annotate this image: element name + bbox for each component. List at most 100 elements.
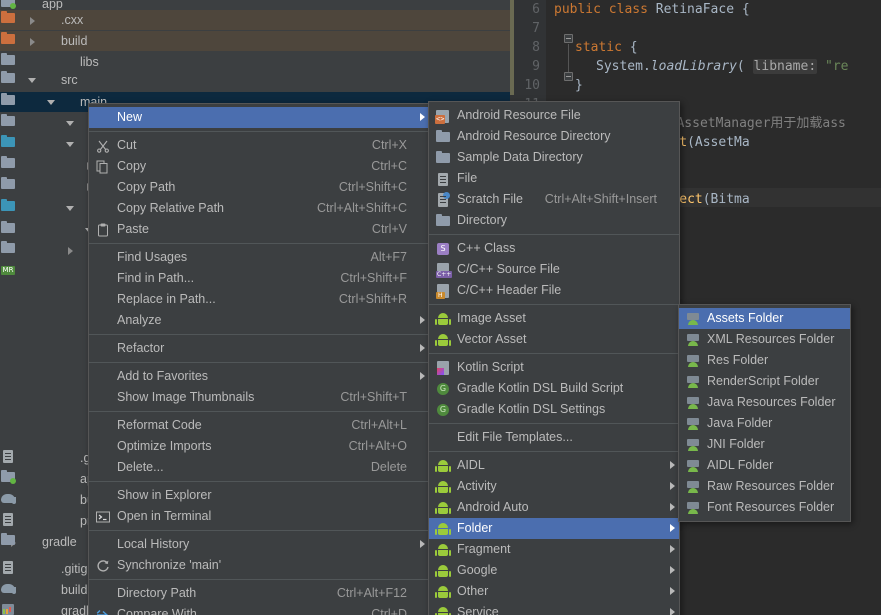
menu-item[interactable]: Optimize Imports Ctrl+Alt+O — [89, 436, 429, 457]
submenu-arrow-icon — [415, 338, 427, 359]
menu-item-label: Directory Path — [117, 586, 197, 600]
menu-item[interactable]: S C++ Class — [429, 238, 679, 259]
menu-item[interactable]: Cut Ctrl+X — [89, 135, 429, 156]
menu-item-label: Folder — [457, 521, 493, 535]
menu-item[interactable]: Paste Ctrl+V — [89, 219, 429, 240]
file-context-menu[interactable]: New Cut Ctrl+X Copy Ctrl+C Copy Path Ctrl+Shif… — [88, 103, 430, 615]
menu-separator — [89, 243, 429, 244]
paste-icon — [95, 222, 111, 238]
menu-item[interactable]: Sample Data Directory — [429, 147, 679, 168]
menu-item-shortcut: Ctrl+Alt+Shift+Insert — [544, 192, 657, 206]
code-line: } — [575, 78, 583, 93]
menu-item[interactable]: G Gradle Kotlin DSL Build Script — [429, 378, 679, 399]
menu-item[interactable]: Android Resource Directory — [429, 126, 679, 147]
collapse-arrow-icon[interactable] — [46, 97, 57, 108]
submenu-arrow-icon — [415, 107, 427, 128]
folder-submenu[interactable]: Assets Folder XML Resources Folder Res Fol… — [678, 304, 851, 522]
menu-item[interactable]: Fragment — [429, 539, 679, 560]
menu-item[interactable]: Scratch File Ctrl+Alt+Shift+Insert — [429, 189, 679, 210]
menu-item[interactable]: File — [429, 168, 679, 189]
menu-item[interactable]: RenderScript Folder — [679, 371, 850, 392]
file-icon — [435, 171, 451, 187]
expand-arrow-icon[interactable] — [27, 15, 38, 26]
tree-item[interactable]: libs — [0, 52, 510, 72]
tree-item-label: libs — [80, 55, 99, 69]
menu-item[interactable]: Add to Favorites — [89, 366, 429, 387]
menu-item[interactable]: Android Auto — [429, 497, 679, 518]
menu-item[interactable]: Show in Explorer — [89, 485, 429, 506]
menu-item-label: JNI Folder — [707, 437, 765, 451]
menu-item[interactable]: Font Resources Folder — [679, 497, 850, 518]
menu-item-label: Java Resources Folder — [707, 395, 836, 409]
menu-item[interactable]: Folder — [429, 518, 679, 539]
collapse-arrow-icon[interactable] — [65, 139, 76, 150]
menu-item[interactable]: Vector Asset — [429, 329, 679, 350]
menu-item[interactable]: Java Folder — [679, 413, 850, 434]
submenu-arrow-icon — [665, 539, 677, 560]
tree-item[interactable]: src — [0, 70, 510, 90]
menu-item[interactable]: Java Resources Folder — [679, 392, 850, 413]
android-icon — [435, 311, 451, 327]
android-resource-file-icon — [435, 108, 451, 124]
menu-item[interactable]: Activity — [429, 476, 679, 497]
menu-item[interactable]: Open in Terminal — [89, 506, 429, 527]
menu-item[interactable]: Delete... Delete — [89, 457, 429, 478]
menu-item[interactable]: New — [89, 107, 429, 128]
menu-item[interactable]: AIDL — [429, 455, 679, 476]
submenu-arrow-icon — [665, 581, 677, 602]
menu-item[interactable]: G Gradle Kotlin DSL Settings — [429, 399, 679, 420]
collapse-arrow-icon[interactable] — [65, 118, 76, 129]
menu-item[interactable]: Other — [429, 581, 679, 602]
menu-item[interactable]: Synchronize 'main' — [89, 555, 429, 576]
expand-arrow-icon[interactable] — [65, 245, 76, 256]
menu-item[interactable]: AIDL Folder — [679, 455, 850, 476]
no-icon — [95, 271, 111, 287]
menu-item[interactable]: Local History — [89, 534, 429, 555]
tree-item[interactable]: build — [0, 31, 510, 51]
menu-item[interactable]: Analyze — [89, 310, 429, 331]
menu-item-label: Sample Data Directory — [457, 150, 583, 164]
menu-item-shortcut: Ctrl+Alt+F12 — [336, 586, 407, 600]
menu-item[interactable]: Compare With... Ctrl+D — [89, 604, 429, 615]
menu-item[interactable]: Android Resource File — [429, 105, 679, 126]
menu-item[interactable]: JNI Folder — [679, 434, 850, 455]
menu-item[interactable]: Reformat Code Ctrl+Alt+L — [89, 415, 429, 436]
menu-item[interactable]: C/C++ Source File — [429, 259, 679, 280]
menu-item-label: Delete... — [117, 460, 164, 474]
menu-item[interactable]: Service — [429, 602, 679, 615]
fold-icon-close[interactable] — [564, 72, 573, 81]
collapse-arrow-icon[interactable] — [65, 203, 76, 214]
res-folder-icon — [685, 353, 701, 369]
menu-item[interactable]: Raw Resources Folder — [679, 476, 850, 497]
menu-item[interactable]: Find in Path... Ctrl+Shift+F — [89, 268, 429, 289]
tree-item[interactable]: .cxx — [0, 10, 510, 30]
menu-item[interactable]: Edit File Templates... — [429, 427, 679, 448]
expand-arrow-icon[interactable] — [27, 36, 38, 47]
menu-item-shortcut: Ctrl+Shift+C — [338, 180, 407, 194]
menu-item[interactable]: Google — [429, 560, 679, 581]
menu-item[interactable]: Copy Ctrl+C — [89, 156, 429, 177]
code-line: static { — [575, 40, 638, 55]
menu-item[interactable]: Copy Path Ctrl+Shift+C — [89, 177, 429, 198]
menu-item[interactable]: Show Image Thumbnails Ctrl+Shift+T — [89, 387, 429, 408]
menu-item[interactable]: Find Usages Alt+F7 — [89, 247, 429, 268]
line-number: 9 — [532, 59, 540, 74]
collapse-arrow-icon[interactable] — [27, 75, 38, 86]
menu-item[interactable]: C/C++ Header File — [429, 280, 679, 301]
menu-item[interactable]: Kotlin Script — [429, 357, 679, 378]
menu-item[interactable]: Directory Path Ctrl+Alt+F12 — [89, 583, 429, 604]
menu-item[interactable]: Directory — [429, 210, 679, 231]
scratch-file-icon — [435, 191, 451, 208]
menu-item-label: Copy Relative Path — [117, 201, 225, 215]
menu-item-label: Java Folder — [707, 416, 773, 430]
menu-item[interactable]: Refactor — [89, 338, 429, 359]
menu-item[interactable]: Image Asset — [429, 308, 679, 329]
fold-icon-open[interactable] — [564, 34, 573, 43]
menu-item[interactable]: Res Folder — [679, 350, 850, 371]
new-submenu[interactable]: Android Resource File Android Resource Di… — [428, 101, 680, 615]
folder-icon — [435, 150, 451, 166]
menu-item[interactable]: Assets Folder — [679, 308, 850, 329]
menu-item[interactable]: XML Resources Folder — [679, 329, 850, 350]
menu-item[interactable]: Copy Relative Path Ctrl+Alt+Shift+C — [89, 198, 429, 219]
menu-item[interactable]: Replace in Path... Ctrl+Shift+R — [89, 289, 429, 310]
